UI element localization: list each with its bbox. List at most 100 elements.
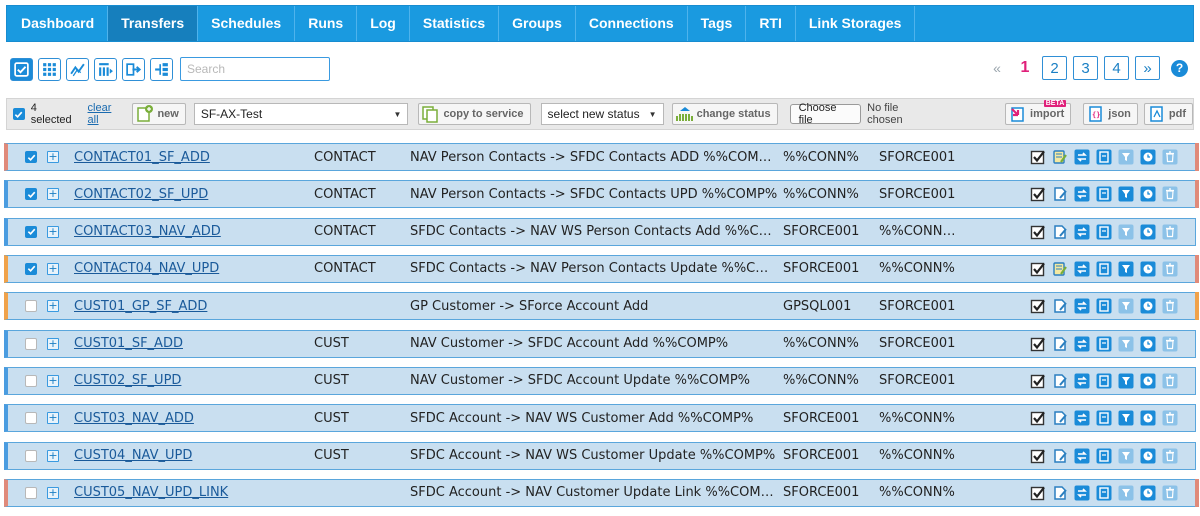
filter-icon[interactable]: [1118, 336, 1134, 352]
table-row[interactable]: + CUST05_NAV_UPD_LINK SFDC Account -> NAV …: [4, 478, 1199, 507]
enabled-check-icon[interactable]: [1030, 336, 1046, 352]
tab-statistics[interactable]: Statistics: [410, 6, 500, 41]
detail-icon[interactable]: [1096, 261, 1112, 277]
enabled-check-icon[interactable]: [1030, 485, 1046, 501]
clear-all-link[interactable]: clear all: [88, 102, 125, 126]
status-select[interactable]: select new status ▼: [540, 103, 664, 125]
tab-schedules[interactable]: Schedules: [198, 6, 296, 41]
expand-icon[interactable]: +: [47, 412, 59, 425]
trash-icon[interactable]: [1162, 485, 1178, 501]
enabled-check-icon[interactable]: [1030, 298, 1046, 314]
edit-icon[interactable]: [1052, 485, 1068, 501]
table-row[interactable]: + CUST04_NAV_UPD CUST SFDC Account -> NAV W…: [4, 441, 1196, 470]
table-row[interactable]: + CONTACT01_SF_ADD CONTACT NAV Person Conta…: [4, 143, 1199, 171]
import-button[interactable]: import BETA: [1005, 100, 1072, 125]
sync-icon[interactable]: [1074, 149, 1090, 165]
pdf-export-button[interactable]: pdf: [1143, 103, 1194, 125]
filter-icon[interactable]: [1118, 261, 1134, 277]
transfer-name-link[interactable]: CUST02_SF_UPD: [74, 373, 181, 388]
filter-icon[interactable]: [1118, 149, 1134, 165]
expand-icon[interactable]: +: [47, 188, 59, 201]
detail-icon[interactable]: [1096, 448, 1112, 464]
clock-icon[interactable]: [1140, 485, 1156, 501]
clock-icon[interactable]: [1140, 373, 1156, 389]
tree-view-button[interactable]: [150, 57, 173, 81]
transfer-name-link[interactable]: CONTACT01_SF_ADD: [74, 150, 210, 165]
trash-icon[interactable]: [1162, 149, 1178, 165]
expand-icon[interactable]: +: [47, 449, 59, 462]
filter-icon[interactable]: [1118, 448, 1134, 464]
table-row[interactable]: + CONTACT02_SF_UPD CONTACT NAV Person Conta…: [4, 180, 1199, 209]
detail-icon[interactable]: [1096, 224, 1112, 240]
edit-icon[interactable]: [1052, 448, 1068, 464]
enabled-check-icon[interactable]: [1030, 186, 1046, 202]
expand-icon[interactable]: +: [47, 337, 59, 350]
transfer-name-link[interactable]: CUST04_NAV_UPD: [74, 448, 192, 463]
choose-file-button[interactable]: Choose file: [789, 102, 862, 126]
flow-view-button[interactable]: [66, 57, 89, 81]
tab-dashboard[interactable]: Dashboard: [7, 6, 109, 41]
row-checkbox[interactable]: [25, 374, 37, 387]
trash-icon[interactable]: [1162, 186, 1178, 202]
row-checkbox[interactable]: [25, 337, 37, 350]
copy-to-service-button[interactable]: copy to service: [418, 103, 531, 125]
sequence-view-button[interactable]: [94, 57, 117, 81]
filter-icon[interactable]: [1118, 298, 1134, 314]
table-row[interactable]: + CUST02_SF_UPD CUST NAV Customer -> SFDC A…: [4, 366, 1196, 395]
expand-icon[interactable]: +: [47, 374, 59, 387]
expand-icon[interactable]: +: [47, 300, 59, 313]
tab-runs[interactable]: Runs: [295, 6, 358, 41]
row-checkbox[interactable]: [25, 449, 37, 462]
enabled-check-icon[interactable]: [1030, 373, 1046, 389]
transfer-name-link[interactable]: CONTACT02_SF_UPD: [74, 187, 208, 202]
selected-checkbox[interactable]: [13, 108, 25, 120]
export-view-button[interactable]: [122, 57, 145, 81]
sync-icon[interactable]: [1074, 485, 1090, 501]
sync-icon[interactable]: [1074, 186, 1090, 202]
clock-icon[interactable]: [1140, 410, 1156, 426]
trash-icon[interactable]: [1162, 410, 1178, 426]
expand-icon[interactable]: +: [47, 151, 59, 163]
expand-icon[interactable]: +: [47, 225, 59, 238]
transfer-name-link[interactable]: CUST03_NAV_ADD: [74, 411, 194, 426]
transfer-name-link[interactable]: CUST01_SF_ADD: [74, 336, 183, 351]
filter-icon[interactable]: [1118, 485, 1134, 501]
edit-icon[interactable]: [1052, 149, 1068, 165]
enabled-check-icon[interactable]: [1030, 149, 1046, 165]
clock-icon[interactable]: [1140, 186, 1156, 202]
transfer-name-link[interactable]: CUST01_GP_SF_ADD: [74, 299, 207, 314]
enabled-check-icon[interactable]: [1030, 448, 1046, 464]
edit-icon[interactable]: [1052, 298, 1068, 314]
row-checkbox[interactable]: [25, 262, 37, 275]
tab-log[interactable]: Log: [357, 6, 410, 41]
edit-icon[interactable]: [1052, 224, 1068, 240]
enabled-check-icon[interactable]: [1030, 224, 1046, 240]
edit-icon[interactable]: [1052, 373, 1068, 389]
sync-icon[interactable]: [1074, 298, 1090, 314]
tab-transfers[interactable]: Transfers: [108, 6, 199, 41]
new-button[interactable]: new: [132, 103, 186, 125]
detail-icon[interactable]: [1096, 298, 1112, 314]
transfer-name-link[interactable]: CONTACT03_NAV_ADD: [74, 224, 221, 239]
detail-icon[interactable]: [1096, 410, 1112, 426]
select-all-button[interactable]: [10, 57, 33, 81]
change-status-button[interactable]: change status: [671, 103, 778, 125]
search-input[interactable]: [180, 57, 330, 81]
clock-icon[interactable]: [1140, 448, 1156, 464]
edit-icon[interactable]: [1052, 261, 1068, 277]
expand-icon[interactable]: +: [47, 262, 59, 275]
grid-view-button[interactable]: [38, 57, 61, 81]
page-button-4[interactable]: 4: [1104, 56, 1129, 80]
clock-icon[interactable]: [1140, 224, 1156, 240]
json-export-button[interactable]: {} json: [1083, 103, 1138, 125]
prev-page-button[interactable]: «: [986, 60, 1008, 76]
clock-icon[interactable]: [1140, 336, 1156, 352]
table-row[interactable]: + CUST03_NAV_ADD CUST SFDC Account -> NAV W…: [4, 404, 1196, 433]
detail-icon[interactable]: [1096, 485, 1112, 501]
row-checkbox[interactable]: [25, 486, 37, 499]
trash-icon[interactable]: [1162, 373, 1178, 389]
table-row[interactable]: + CUST01_SF_ADD CUST NAV Customer -> SFDC A…: [4, 329, 1196, 358]
detail-icon[interactable]: [1096, 373, 1112, 389]
enabled-check-icon[interactable]: [1030, 261, 1046, 277]
table-row[interactable]: + CONTACT04_NAV_UPD CONTACT SFDC Contacts -…: [4, 254, 1199, 283]
